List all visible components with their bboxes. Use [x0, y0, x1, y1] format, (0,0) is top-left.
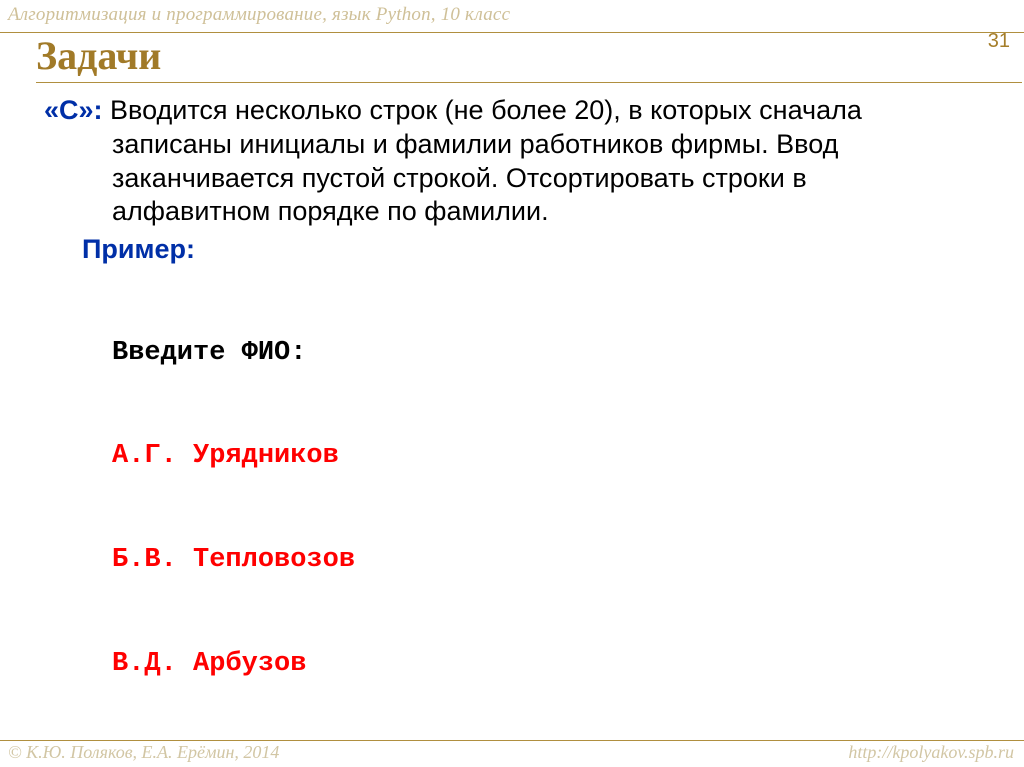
slide: Алгоритмизация и программирование, язык … [0, 0, 1024, 767]
prompt-line: Введите ФИО: [112, 336, 994, 371]
input-line-1: А.Г. Урядников [112, 439, 994, 474]
footer-url: http://kpolyakov.spb.ru [848, 742, 1014, 763]
page-number: 31 [988, 30, 1010, 53]
task-line4: алфавитном порядке по фамилии. [112, 195, 994, 229]
example-label: Пример: [82, 233, 994, 267]
input-line-3: В.Д. Арбузов [112, 647, 994, 682]
task-label: «C»: [44, 95, 103, 125]
copyright: © К.Ю. Поляков, Е.А. Ерёмин, 2014 [8, 742, 279, 763]
task-line1: Вводится несколько строк (не более 20), … [103, 95, 862, 125]
title-underline [36, 82, 1022, 83]
task-body: записаны инициалы и фамилии работников ф… [112, 128, 994, 229]
task-first-line: «C»: Вводится несколько строк (не более … [44, 94, 994, 128]
course-title: Алгоритмизация и программирование, язык … [8, 4, 510, 26]
task-line3: заканчивается пустой строкой. Отсортиров… [112, 162, 994, 196]
header-bar: Алгоритмизация и программирование, язык … [0, 0, 1024, 33]
slide-title: Задачи [36, 32, 161, 79]
example-block: Введите ФИО: А.Г. Урядников Б.В. Теплово… [112, 267, 994, 767]
footer-bar [0, 740, 1024, 741]
task-line2: записаны инициалы и фамилии работников ф… [112, 128, 994, 162]
input-line-2: Б.В. Тепловозов [112, 543, 994, 578]
content: «C»: Вводится несколько строк (не более … [44, 94, 994, 767]
